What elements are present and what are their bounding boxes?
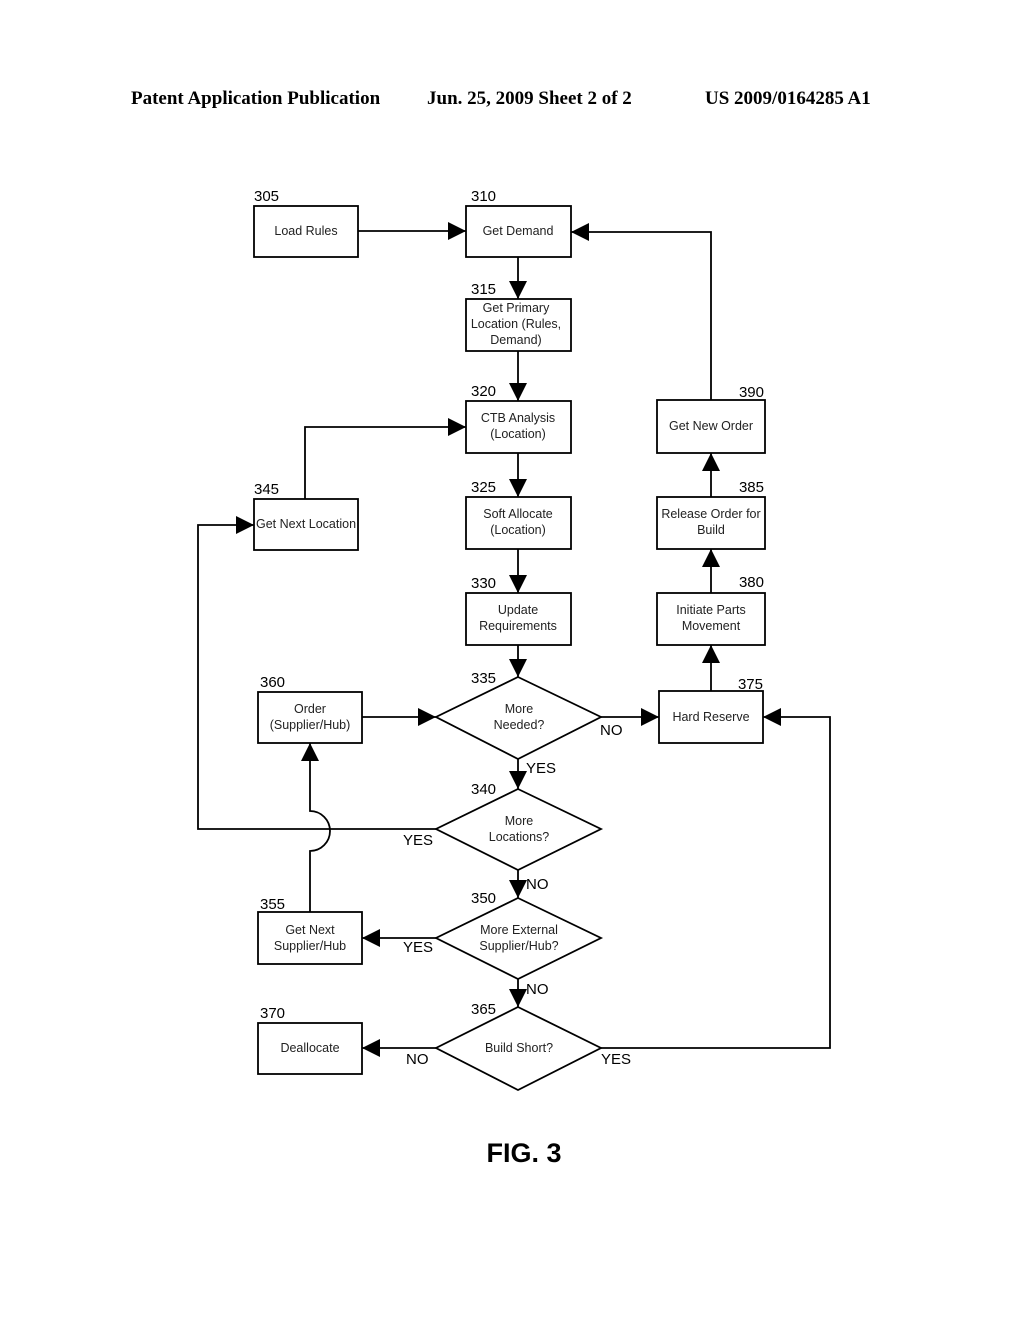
label-line: CTB Analysis	[481, 411, 555, 425]
ref-number: 315	[471, 281, 496, 298]
label-line: (Location)	[490, 523, 546, 537]
edge-label-335-no: NO	[600, 722, 623, 739]
label-line: Locations?	[489, 830, 550, 844]
label-line: Supplier/Hub	[274, 939, 346, 953]
label-line: Deallocate	[280, 1041, 339, 1055]
ref-number: 320	[471, 383, 496, 400]
box-label: Deallocate	[280, 1041, 339, 1055]
ref-number: 355	[260, 896, 285, 913]
edge-label-340-yes: YES	[403, 832, 433, 849]
label-line: Get Primary	[483, 301, 550, 315]
ref-number: 310	[471, 188, 496, 205]
decision-label: Build Short?	[485, 1041, 553, 1055]
edge-355-360	[301, 743, 331, 912]
decision-365: 365 Build Short?	[434, 1001, 604, 1092]
edge-340-345	[197, 516, 436, 830]
flowchart: 305 Load Rules 310 Get Demand 315 Get Pr…	[197, 188, 831, 1168]
decision-350: 350 More External Supplier/Hub?	[433, 890, 604, 981]
label-line: Soft Allocate	[483, 507, 553, 521]
label-line: Location (Rules,	[471, 317, 561, 331]
ref-number: 375	[738, 676, 763, 693]
ref-number: 370	[260, 1005, 285, 1022]
label-line: Order	[294, 702, 326, 716]
process-box-305: 305 Load Rules	[253, 188, 359, 258]
edge-label-365-no: NO	[406, 1051, 429, 1068]
ref-number: 345	[254, 481, 279, 498]
label-line: Get New Order	[669, 419, 753, 433]
ref-number: 325	[471, 479, 496, 496]
ref-number: 305	[254, 188, 279, 205]
label-line: Demand)	[490, 333, 541, 347]
edge-label-335-yes: YES	[526, 760, 556, 777]
edge-label-350-no: NO	[526, 981, 549, 998]
edge-label-365-yes: YES	[601, 1051, 631, 1068]
ref-number: 350	[471, 890, 496, 907]
label-line: (Supplier/Hub)	[270, 718, 351, 732]
label-line: Movement	[682, 619, 741, 633]
label-line: Get Demand	[483, 224, 554, 238]
ref-number: 360	[260, 674, 285, 691]
process-box-370: 370 Deallocate	[257, 1005, 363, 1075]
ref-number: 385	[739, 479, 764, 496]
label-line: Hard Reserve	[672, 710, 749, 724]
ref-number: 380	[739, 574, 764, 591]
edge-345-320	[304, 418, 466, 499]
label-line: Initiate Parts	[676, 603, 745, 617]
ref-number: 390	[739, 384, 764, 401]
ref-number: 340	[471, 781, 496, 798]
label-line: More	[505, 814, 534, 828]
decision-335: 335 More Needed?	[433, 670, 604, 761]
edge-label-350-yes: YES	[403, 939, 433, 956]
edge-label-340-no: NO	[526, 876, 549, 893]
label-line: Build Short?	[485, 1041, 553, 1055]
box-label: Get Next Location	[256, 517, 356, 531]
figure-label: FIG. 3	[486, 1138, 561, 1168]
label-line: Requirements	[479, 619, 557, 633]
ref-number: 365	[471, 1001, 496, 1018]
process-box-360: 360 Order (Supplier/Hub)	[257, 674, 363, 744]
label-line: (Location)	[490, 427, 546, 441]
box-label: Load Rules	[274, 224, 337, 238]
box-label: Get Demand	[483, 224, 554, 238]
decision-340: 340 More Locations?	[433, 781, 604, 872]
label-line: Needed?	[494, 718, 545, 732]
edge-390-310	[571, 223, 712, 400]
ref-number: 330	[471, 575, 496, 592]
label-line: Load Rules	[274, 224, 337, 238]
ref-number: 335	[471, 670, 496, 687]
label-line: Supplier/Hub?	[479, 939, 558, 953]
process-box-310: 310 Get Demand	[465, 188, 572, 258]
label-line: More	[505, 702, 534, 716]
edge-365-375	[601, 708, 831, 1049]
label-line: Get Next Location	[256, 517, 356, 531]
box-label: Get New Order	[669, 419, 753, 433]
label-line: Build	[697, 523, 725, 537]
label-line: More External	[480, 923, 558, 937]
label-line: Get Next	[285, 923, 335, 937]
label-line: Update	[498, 603, 538, 617]
label-line: Release Order for	[661, 507, 760, 521]
process-box-345: 345 Get Next Location	[253, 481, 359, 551]
box-label: Hard Reserve	[672, 710, 749, 724]
